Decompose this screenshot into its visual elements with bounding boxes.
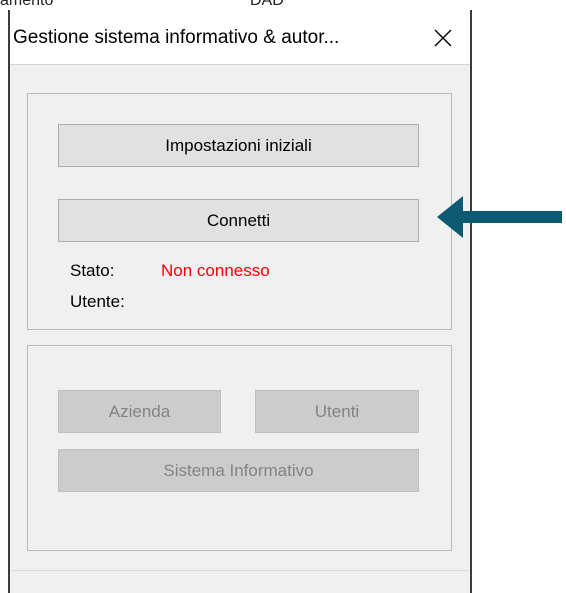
background-text-fragment: DAD — [250, 0, 290, 6]
users-button[interactable]: Utenti — [255, 390, 419, 433]
status-bar-divider — [10, 570, 470, 571]
company-button[interactable]: Azienda — [58, 390, 221, 433]
management-group — [27, 345, 452, 551]
status-label: Stato: — [70, 261, 115, 280]
information-system-button[interactable]: Sistema Informativo — [58, 449, 419, 492]
background-text-fragment: amento — [0, 0, 90, 6]
arrow-left-icon — [437, 196, 562, 238]
title-bar: Gestione sistema informativo & autor... — [10, 10, 470, 65]
initial-settings-button[interactable]: Impostazioni iniziali — [58, 124, 419, 167]
screenshot-stage: amento DAD Gestione sistema informativo … — [0, 0, 566, 593]
status-value: Non connesso — [161, 261, 270, 280]
dialog-title: Gestione sistema informativo & autor... — [13, 27, 340, 48]
connect-button[interactable]: Connetti — [58, 199, 419, 242]
close-button[interactable] — [420, 18, 466, 58]
dialog-window: Gestione sistema informativo & autor... … — [8, 10, 472, 593]
close-icon — [434, 29, 452, 47]
user-label: Utente: — [70, 292, 125, 311]
